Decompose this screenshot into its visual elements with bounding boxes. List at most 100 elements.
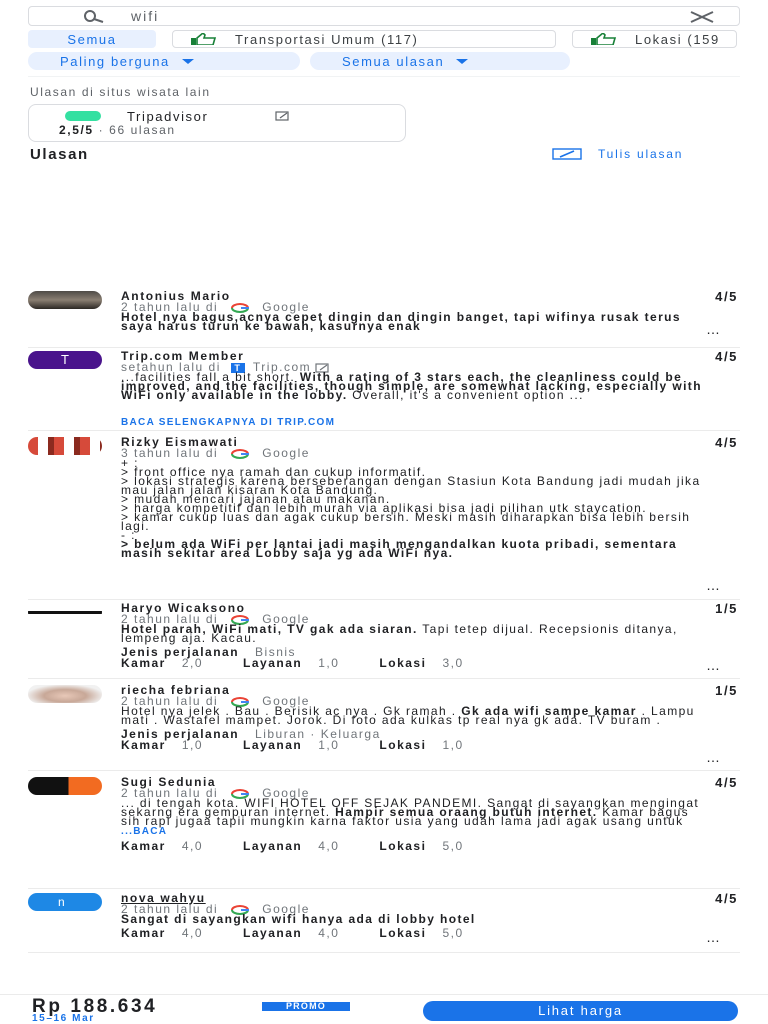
open-external-icon xyxy=(275,111,289,121)
rating-label: Kamar xyxy=(121,656,166,670)
rating-value: 5,0 xyxy=(442,926,464,940)
rating-label: Lokasi xyxy=(379,839,427,853)
rating-label: Layanan xyxy=(243,656,303,670)
review-bold: Hotel nya bagus,acnya cepet dingin dan d… xyxy=(121,310,681,333)
rating-value: 1,0 xyxy=(318,738,340,752)
rating-label: Kamar xyxy=(121,839,166,853)
review-item: Antonius Mario 2 tahun lalu di Google Hot… xyxy=(28,289,740,348)
sort-dropdown[interactable]: Paling berguna xyxy=(28,52,300,70)
avatar[interactable] xyxy=(28,777,102,795)
review-item: riecha febriana 2 tahun lalu di Google Ho… xyxy=(28,683,740,771)
review-text: Hotel nya bagus,acnya cepet dingin dan d… xyxy=(121,310,711,333)
more-options-icon[interactable] xyxy=(706,657,726,673)
rating-label: Lokasi xyxy=(379,656,427,670)
review-suffix: Overall, it's a convenient option ... xyxy=(347,388,584,402)
review-text: Hotel parah, WiFi mati, TV gak ada siara… xyxy=(121,623,711,644)
tripadvisor-card[interactable]: Tripadvisor 2,5/5 · 66 ulasan xyxy=(28,104,406,142)
review-text: Hotel nya jelek . Bau . Berisik ac nya .… xyxy=(121,705,711,726)
rating-value: 1,0 xyxy=(318,656,340,670)
review-score: 1/5 xyxy=(715,601,738,616)
review-score: 4/5 xyxy=(715,289,738,304)
chip-lokasi[interactable]: Lokasi (159 xyxy=(572,30,737,48)
rating-label: Kamar xyxy=(121,738,166,752)
review-score: 4/5 xyxy=(715,435,738,450)
chip-label: Semua xyxy=(67,31,117,47)
review-score: 1/5 xyxy=(715,683,738,698)
write-review-button[interactable]: Tulis ulasan xyxy=(552,147,683,161)
edit-icon xyxy=(552,148,582,160)
divider xyxy=(28,76,740,77)
more-options-icon[interactable] xyxy=(706,321,726,337)
review-source: Google xyxy=(262,446,310,460)
more-options-icon[interactable] xyxy=(706,929,726,945)
review-item: n nova wahyu 2 tahun lalu di Google Sanga… xyxy=(28,891,740,953)
rating-label: Layanan xyxy=(243,839,303,853)
read-more-link[interactable]: BACA SELENGKAPNYA DI TRIP.COM xyxy=(121,418,335,428)
rating-value: 3,0 xyxy=(442,656,464,670)
filter-dropdown[interactable]: Semua ulasan xyxy=(310,52,570,70)
rating-value: 5,0 xyxy=(442,839,464,853)
clear-search-icon[interactable] xyxy=(689,10,715,24)
review-bold: > belum ada WiFi per lantai jadi masih m… xyxy=(121,537,678,560)
review-meta: 3 tahun lalu di Google xyxy=(121,446,711,460)
rating-value: 2,0 xyxy=(181,656,204,670)
rating-label: Lokasi xyxy=(379,738,427,752)
rating-value: 1,0 xyxy=(442,738,464,752)
chip-semua[interactable]: Semua xyxy=(28,30,156,48)
site-rating: 2,5/5 · 66 ulasan xyxy=(59,123,176,137)
aspect-ratings: Kamar 4,0 Layanan 4,0 Lokasi 5,0 xyxy=(121,839,711,853)
aspect-ratings: Kamar 1,0 Layanan 1,0 Lokasi 1,0 xyxy=(121,738,711,752)
caret-down-icon xyxy=(456,58,469,64)
avatar[interactable] xyxy=(28,291,102,309)
google-icon xyxy=(231,448,250,459)
more-options-icon[interactable] xyxy=(706,749,726,765)
site-name: Tripadvisor xyxy=(127,109,209,124)
topic-chips: Semua Transportasi Umum (117) Lokasi (15… xyxy=(28,30,737,48)
avatar[interactable] xyxy=(28,437,102,455)
aspect-ratings: Kamar 4,0 Layanan 4,0 Lokasi 5,0 xyxy=(121,926,711,940)
avatar[interactable]: n xyxy=(28,893,102,911)
review-bold: Sangat di sayangkan wifi hanya ada di lo… xyxy=(121,912,476,926)
search-input[interactable] xyxy=(77,8,637,24)
review-item: Rizky Eismawati 3 tahun lalu di Google + … xyxy=(28,435,740,600)
rating-value: 1,0 xyxy=(181,738,204,752)
price-bar: Rp 188.634 PROMO 15–16 Mar Lihat harga xyxy=(0,994,768,1024)
rating-label: Kamar xyxy=(121,926,166,940)
stay-dates[interactable]: 15–16 Mar xyxy=(32,1013,95,1024)
other-sites-heading: Ulasan di situs wisata lain xyxy=(30,85,211,99)
rating-label: Lokasi xyxy=(379,926,427,940)
sort-label: Paling berguna xyxy=(60,53,170,69)
view-price-button[interactable]: Lihat harga xyxy=(423,1001,738,1021)
avatar[interactable] xyxy=(28,603,102,621)
rating-value: 4,0 xyxy=(318,926,340,940)
review-item: Haryo Wicaksono 2 tahun lalu di Google Ho… xyxy=(28,601,740,679)
thumbs-up-icon xyxy=(591,33,617,45)
site-count: · 66 ulasan xyxy=(98,123,176,137)
reviews-title: Ulasan xyxy=(30,146,89,163)
site-score: 2,5/5 xyxy=(59,123,94,137)
review-item: T Trip.com Member setahun lalu di T Trip.c… xyxy=(28,349,740,431)
filter-label: Semua ulasan xyxy=(342,53,445,69)
thumbs-up-icon xyxy=(191,33,217,45)
aspect-ratings: Kamar 2,0 Layanan 1,0 Lokasi 3,0 xyxy=(121,656,711,670)
review-score: 4/5 xyxy=(715,775,738,790)
search-bar[interactable] xyxy=(28,6,740,26)
chip-label: Lokasi (159 xyxy=(635,31,720,47)
review-score: 4/5 xyxy=(715,891,738,906)
chip-transportasi[interactable]: Transportasi Umum (117) xyxy=(172,30,556,48)
more-options-icon[interactable] xyxy=(706,577,726,593)
rating-value: 4,0 xyxy=(181,839,204,853)
promo-badge: PROMO xyxy=(262,1002,350,1011)
avatar[interactable] xyxy=(28,685,102,703)
review-text: + : > front office nya ramah dan cukup i… xyxy=(121,457,711,560)
avatar[interactable]: T xyxy=(28,351,102,369)
search-icon xyxy=(84,10,104,23)
review-text: ...facilities fall a bit short. With a r… xyxy=(121,371,711,402)
write-review-label: Tulis ulasan xyxy=(598,147,684,161)
chip-label: Transportasi Umum (117) xyxy=(235,31,419,47)
review-line: > kamar cukup luas dan agak cukup bersih… xyxy=(121,510,691,533)
review-score: 4/5 xyxy=(715,349,738,364)
read-more-link[interactable]: ...BACA xyxy=(121,826,167,837)
rating-value: 4,0 xyxy=(181,926,204,940)
tripadvisor-logo-icon xyxy=(65,111,101,121)
